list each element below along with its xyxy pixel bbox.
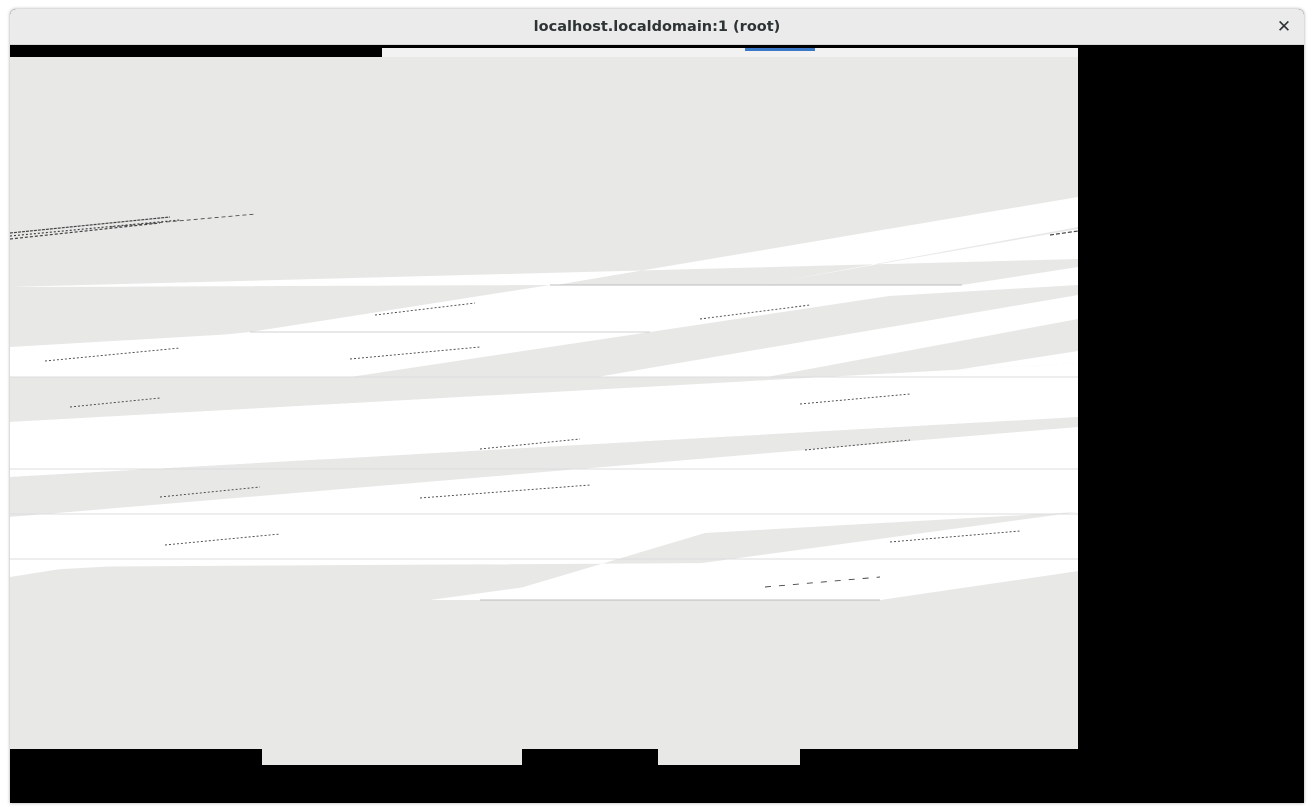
remote-display[interactable] — [10, 45, 1304, 803]
close-button[interactable]: ✕ — [1272, 15, 1296, 39]
window-titlebar[interactable]: localhost.localdomain:1 (root) ✕ — [10, 9, 1304, 45]
sheared-render-artifact — [10, 197, 1078, 601]
close-icon: ✕ — [1276, 17, 1292, 37]
remote-top-strip-light — [382, 48, 1078, 57]
sheared-row-band — [10, 332, 650, 377]
remote-bottom-panel-left[interactable] — [262, 749, 522, 765]
window-title: localhost.localdomain:1 (root) — [533, 19, 781, 35]
remote-bottom-panel-right[interactable] — [658, 749, 800, 765]
vnc-window: localhost.localdomain:1 (root) ✕ — [10, 9, 1304, 803]
remote-top-strip-highlight — [745, 48, 815, 51]
sheared-row-band — [250, 285, 962, 332]
distorted-remote-canvas[interactable] — [10, 57, 1078, 749]
